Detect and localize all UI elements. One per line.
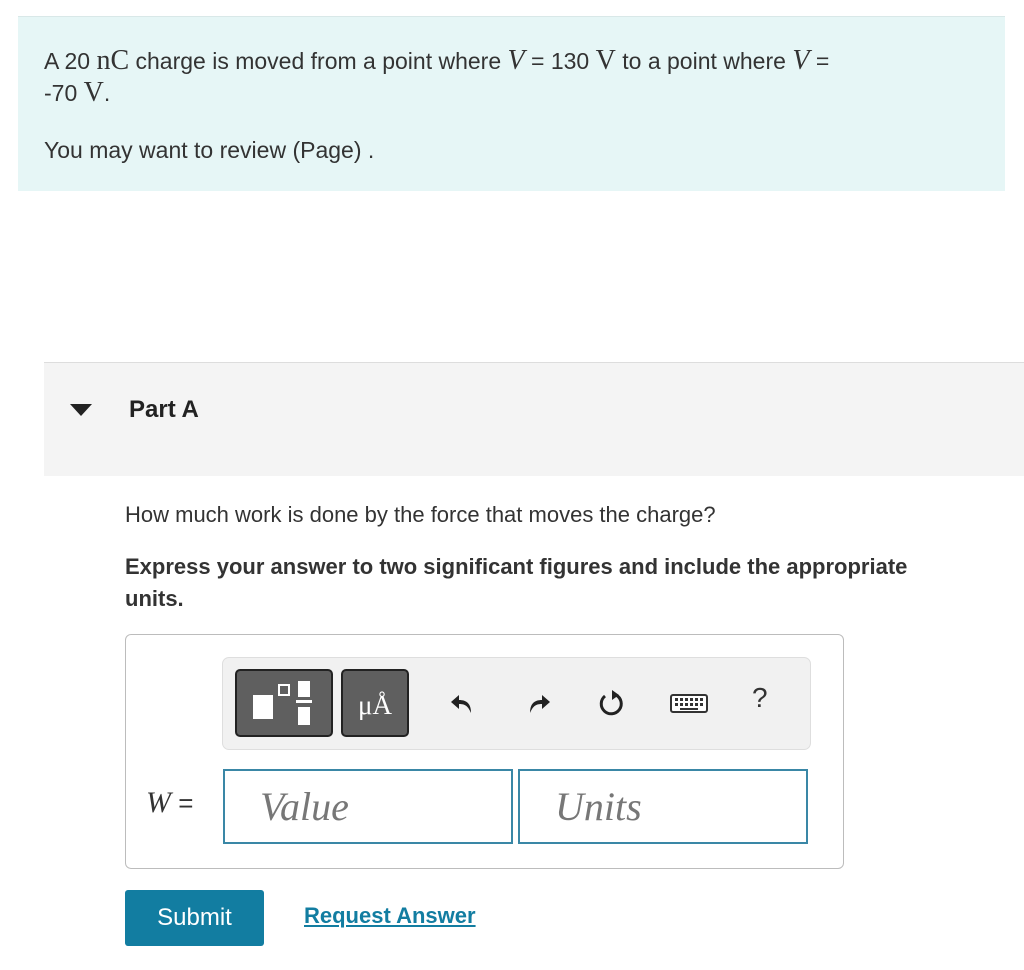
help-icon[interactable]: ? [752, 682, 768, 714]
collapse-triangle-icon[interactable] [70, 404, 92, 416]
sentence-period: . [103, 80, 111, 106]
units-input[interactable] [518, 769, 808, 844]
review-link-text[interactable]: You may want to review (Page) . [44, 137, 374, 164]
reset-icon[interactable] [594, 686, 628, 720]
equals-sign: = [815, 48, 830, 74]
submit-button[interactable]: Submit [125, 890, 264, 946]
value-input[interactable] [223, 769, 513, 844]
undo-icon[interactable] [447, 686, 481, 720]
problem-text-end: to a point where [622, 48, 786, 74]
answer-instruction: Express your answer to two significant f… [125, 554, 908, 611]
part-title: Part A [129, 396, 199, 423]
templates-button[interactable] [235, 669, 333, 737]
answer-variable: W [146, 786, 171, 819]
answer-equals: = [178, 788, 194, 818]
request-answer-link[interactable]: Request Answer [304, 903, 476, 929]
units-button[interactable]: μÅ [341, 669, 409, 737]
voltage-unit-2: V [83, 77, 104, 108]
redo-icon[interactable] [520, 686, 554, 720]
problem-line-1: A 20 nC charge is moved from a point whe… [44, 45, 829, 77]
problem-text-start: A 20 [44, 48, 91, 74]
charge-unit: nC [96, 45, 130, 76]
templates-icon [253, 695, 273, 719]
voltage-value-1: = 130 [531, 48, 590, 74]
voltage-variable-1: V [507, 45, 525, 76]
problem-line-2: -70 V. [44, 77, 110, 109]
problem-statement: A 20 nC charge is moved from a point whe… [18, 16, 1005, 191]
keyboard-icon[interactable] [669, 686, 709, 720]
voltage-unit-1: V [595, 45, 616, 76]
problem-text-mid: charge is moved from a point where [135, 48, 502, 74]
voltage-value-2: -70 [44, 80, 78, 106]
question-text: How much work is done by the force that … [125, 502, 716, 527]
answer-variable-label: W = [146, 786, 193, 820]
voltage-variable-2: V [792, 45, 810, 76]
